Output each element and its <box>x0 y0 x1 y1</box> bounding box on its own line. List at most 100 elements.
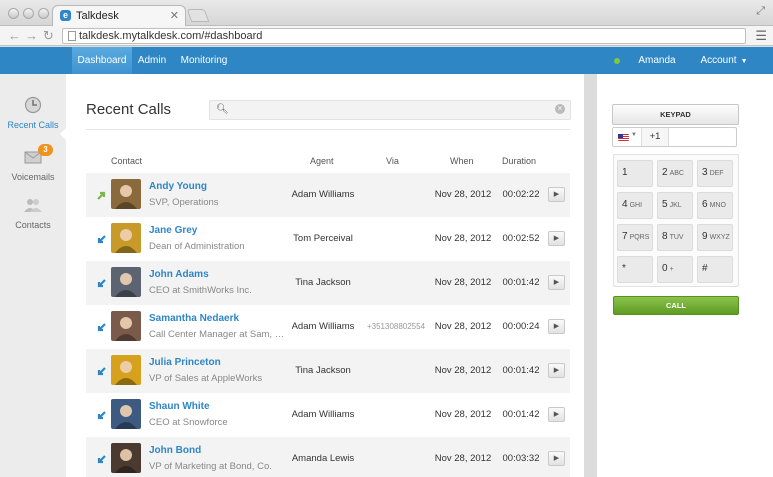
contact-title: CEO at SmithWorks Inc. <box>149 285 252 296</box>
contact-name-link[interactable]: Shaun White <box>149 401 210 412</box>
dial-key-digit: 4 GHI <box>622 199 643 210</box>
account-menu[interactable]: Account ▼ <box>700 47 748 74</box>
call-duration: 00:01:42 <box>502 277 540 288</box>
table-row[interactable]: Andy Young SVP, Operations Adam Williams No… <box>86 173 570 217</box>
dial-key-letters: PQRS <box>629 234 650 241</box>
clock-icon <box>24 96 42 114</box>
play-recording-button[interactable]: ▶ <box>548 231 565 246</box>
tab-dashboard[interactable]: Dashboard <box>72 47 132 74</box>
play-recording-button[interactable]: ▶ <box>548 275 565 290</box>
dial-key[interactable]: 4 GHI <box>617 192 653 219</box>
dial-key-digit: 5 JKL <box>662 199 682 210</box>
call-button[interactable]: CALL <box>613 296 739 315</box>
window-minimize-button[interactable] <box>23 8 34 19</box>
contact-name-link[interactable]: Julia Princeton <box>149 357 221 368</box>
table-row[interactable]: Samantha Nedaerk Call Center Manager at S… <box>86 305 570 349</box>
dial-key-digit: 9 WXYZ <box>702 231 730 242</box>
contact-name-link[interactable]: John Bond <box>149 445 201 456</box>
column-header-agent: Agent <box>310 156 334 166</box>
contact-title: SVP, Operations <box>149 197 219 208</box>
search-input[interactable] <box>230 103 550 117</box>
voicemail-count-badge: 3 <box>38 144 53 156</box>
table-row[interactable]: Jane Grey Dean of Administration Tom Perce… <box>86 217 570 261</box>
dial-key[interactable]: * <box>617 256 653 283</box>
forward-arrow-icon[interactable]: → <box>25 28 38 43</box>
search-box[interactable]: 🔍︎ × <box>209 100 571 120</box>
contact-name-link[interactable]: Andy Young <box>149 181 207 192</box>
divider <box>86 129 570 130</box>
phone-number-input[interactable] <box>673 130 733 144</box>
phone-number-row: ▼ +1 <box>612 127 737 147</box>
dial-key-digit: # <box>702 263 708 274</box>
keypad-toggle-button[interactable]: KEYPAD <box>612 104 739 125</box>
tab-close-icon[interactable]: ✕ <box>170 9 179 22</box>
dial-key[interactable]: 0 + <box>657 256 693 283</box>
browser-tab[interactable]: e Talkdesk ✕ <box>52 5 186 26</box>
dial-key-letters: TUV <box>669 234 684 241</box>
play-recording-button[interactable]: ▶ <box>548 363 565 378</box>
country-prefix: +1 <box>641 128 669 146</box>
play-recording-button[interactable]: ▶ <box>548 407 565 422</box>
dial-key[interactable]: 3 DEF <box>697 160 733 187</box>
table-row[interactable]: John Bond VP of Marketing at Bond, Co. Ama… <box>86 437 570 477</box>
user-menu[interactable]: Amanda Lewis▼ <box>624 47 690 93</box>
table-row[interactable]: Shaun White CEO at Snowforce Adam Williams… <box>86 393 570 437</box>
fullscreen-icon[interactable]: ⤢ <box>756 5 765 18</box>
agent-name: Amanda Lewis <box>291 453 355 464</box>
agent-name: Tom Perceival <box>293 233 353 244</box>
dial-key-digit: * <box>622 263 626 274</box>
call-duration: 00:02:22 <box>502 189 540 200</box>
play-recording-button[interactable]: ▶ <box>548 319 565 334</box>
table-row[interactable]: John Adams CEO at SmithWorks Inc. Tina Jac… <box>86 261 570 305</box>
page-title: Recent Calls <box>86 101 172 118</box>
contact-title: CEO at Snowforce <box>149 417 228 428</box>
left-sidebar: Recent Calls 3 Voicemails Contacts <box>0 74 66 477</box>
dial-key-digit: 0 + <box>662 263 674 274</box>
us-flag-icon[interactable] <box>618 134 629 141</box>
clear-search-icon[interactable]: × <box>555 104 565 114</box>
browser-menu-icon[interactable]: ☰ <box>755 28 767 43</box>
column-header-via: Via <box>386 156 399 166</box>
agent-name: Adam Williams <box>291 321 355 332</box>
avatar <box>111 223 141 253</box>
url-input[interactable] <box>79 29 739 43</box>
dial-key[interactable]: 9 WXYZ <box>697 224 733 251</box>
dial-key[interactable]: 1 <box>617 160 653 187</box>
dial-key[interactable]: 2 ABC <box>657 160 693 187</box>
dial-key-letters: JKL <box>669 202 682 209</box>
contact-name-link[interactable]: Jane Grey <box>149 225 197 236</box>
reload-icon[interactable]: ↻ <box>43 28 54 43</box>
dial-pad: 1 2 ABC 3 DEF 4 GHI 5 JKL 6 MNO 7 PQRS 8 TUV 9 WXYZ * 0 + # <box>613 154 739 287</box>
contact-title: VP of Sales at AppleWorks <box>149 373 263 384</box>
tab-admin[interactable]: Admin <box>132 47 172 74</box>
contact-name-link[interactable]: Samantha Nedaerk <box>149 313 239 324</box>
dial-key[interactable]: 5 JKL <box>657 192 693 219</box>
table-row[interactable]: Julia Princeton VP of Sales at AppleWorks… <box>86 349 570 393</box>
back-arrow-icon[interactable]: ← <box>8 28 21 43</box>
dial-key[interactable]: # <box>697 256 733 283</box>
tab-monitoring[interactable]: Monitoring <box>176 47 232 74</box>
play-recording-button[interactable]: ▶ <box>548 187 565 202</box>
avatar <box>111 399 141 429</box>
dial-key[interactable]: 8 TUV <box>657 224 693 251</box>
incoming-call-arrow-icon <box>97 367 106 376</box>
chevron-down-icon[interactable]: ▼ <box>631 132 637 138</box>
call-date: Nov 28, 2012 <box>434 233 492 244</box>
dial-key-digit: 7 PQRS <box>622 231 650 242</box>
window-close-button[interactable] <box>8 8 19 19</box>
account-label: Account <box>700 55 737 66</box>
sidebar-item-recent-calls[interactable]: Recent Calls <box>0 96 66 146</box>
new-tab-button[interactable] <box>186 9 210 22</box>
dial-key[interactable]: 7 PQRS <box>617 224 653 251</box>
dial-key[interactable]: 6 MNO <box>697 192 733 219</box>
contact-name-link[interactable]: John Adams <box>149 269 209 280</box>
dial-key-letters: + <box>669 266 674 273</box>
dial-key-digit: 8 TUV <box>662 231 684 242</box>
play-recording-button[interactable]: ▶ <box>548 451 565 466</box>
sidebar-item-voicemails[interactable]: 3 Voicemails <box>0 144 66 198</box>
address-bar[interactable] <box>62 28 746 44</box>
column-header-contact: Contact <box>111 156 143 166</box>
page-icon <box>68 31 76 41</box>
sidebar-item-contacts[interactable]: Contacts <box>0 196 66 246</box>
window-zoom-button[interactable] <box>38 8 49 19</box>
